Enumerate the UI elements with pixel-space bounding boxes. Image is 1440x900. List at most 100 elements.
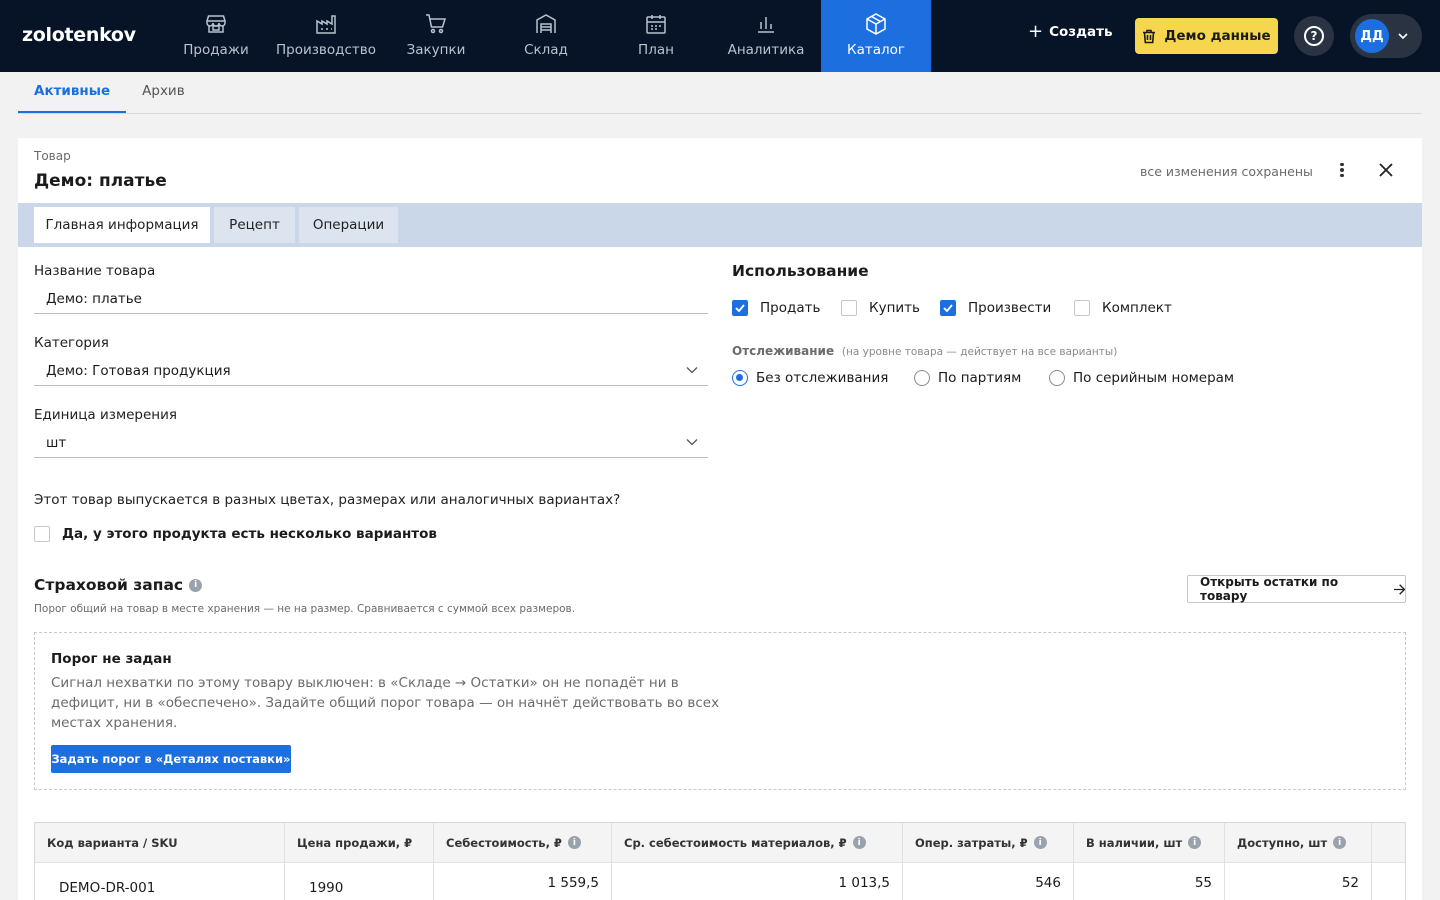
nav-item-production[interactable]: Производство bbox=[271, 0, 381, 72]
has-variants-option[interactable]: Да, у этого продукта есть несколько вари… bbox=[34, 526, 437, 542]
cell-price[interactable]: 1990 bbox=[285, 863, 434, 900]
tracking-batches-radio[interactable] bbox=[914, 370, 930, 386]
nav-item-catalog[interactable]: Каталог bbox=[821, 0, 931, 72]
product-name-value: Демо: платье bbox=[46, 290, 142, 307]
calendar-icon bbox=[646, 15, 666, 34]
nav-item-analytics[interactable]: Аналитика bbox=[711, 0, 821, 72]
nav-label: Каталог bbox=[847, 42, 905, 58]
variants-question: Этот товар выпускается в разных цветах, … bbox=[34, 492, 621, 508]
unit-label: Единица измерения bbox=[34, 407, 178, 423]
column-header-operating-cost[interactable]: Опер. затраты, ₽ i bbox=[903, 823, 1074, 863]
user-menu[interactable]: ДД bbox=[1350, 14, 1422, 58]
info-icon[interactable]: i bbox=[1333, 836, 1347, 849]
open-stock-button[interactable]: Открыть остатки по товару bbox=[1187, 575, 1406, 603]
buy-label: Купить bbox=[869, 300, 920, 316]
help-button[interactable]: ? bbox=[1294, 16, 1334, 56]
tracking-serials[interactable]: По серийным номерам bbox=[1049, 370, 1234, 386]
info-icon[interactable]: i bbox=[567, 836, 581, 849]
tracking-label: Отслеживание (на уровне товара — действу… bbox=[732, 344, 1117, 358]
threshold-empty-text: Сигнал нехватки по этому товару выключен… bbox=[51, 675, 720, 731]
usage-title: Использование bbox=[732, 262, 869, 280]
info-icon[interactable]: i bbox=[189, 578, 203, 592]
more-options-icon[interactable] bbox=[1334, 160, 1350, 180]
nav-label: Аналитика bbox=[727, 42, 805, 58]
sell-checkbox[interactable] bbox=[732, 300, 748, 316]
chevron-down-icon bbox=[686, 439, 698, 446]
usage-sell[interactable]: Продать bbox=[732, 300, 820, 316]
column-header-cost[interactable]: Себестоимость, ₽ i bbox=[434, 823, 612, 863]
tracking-batches[interactable]: По партиям bbox=[914, 370, 1021, 386]
cell-actions bbox=[1372, 863, 1405, 900]
cell-operating-cost: 546 bbox=[903, 863, 1074, 900]
warehouse-icon bbox=[536, 14, 556, 33]
chevron-down-icon bbox=[686, 367, 698, 374]
safety-stock-title: Страховой запас i bbox=[34, 576, 203, 594]
column-header-actions bbox=[1372, 823, 1405, 863]
sku-input[interactable]: DEMO-DR-001 bbox=[47, 875, 273, 900]
nav-item-plan[interactable]: План bbox=[601, 0, 711, 72]
nav-item-warehouse[interactable]: Склад bbox=[491, 0, 601, 72]
column-header-label: Себестоимость, ₽ bbox=[446, 835, 562, 850]
column-header-in-stock[interactable]: В наличии, шт i bbox=[1074, 823, 1225, 863]
demo-data-label: Демо данные bbox=[1164, 28, 1271, 44]
column-header-label: Доступно, шт bbox=[1237, 835, 1328, 850]
demo-data-button[interactable]: Демо данные bbox=[1135, 18, 1278, 54]
app-logo[interactable]: zolotenkov bbox=[22, 24, 136, 46]
kit-label: Комплект bbox=[1102, 300, 1172, 316]
has-variants-label: Да, у этого продукта есть несколько вари… bbox=[62, 526, 437, 542]
produce-checkbox[interactable] bbox=[940, 300, 956, 316]
column-header-label: Ср. себестоимость материалов, ₽ bbox=[624, 835, 847, 850]
tracking-none[interactable]: Без отслеживания bbox=[732, 370, 888, 386]
close-icon[interactable] bbox=[1376, 160, 1396, 180]
usage-produce[interactable]: Произвести bbox=[940, 300, 1051, 316]
tab-main-info[interactable]: Главная информация bbox=[34, 207, 210, 243]
column-header-label: В наличии, шт bbox=[1086, 835, 1183, 850]
plus-icon: + bbox=[1028, 21, 1044, 42]
has-variants-checkbox[interactable] bbox=[34, 526, 50, 542]
safety-stock-subtitle: Порог общий на товар в месте хранения — … bbox=[34, 603, 576, 615]
tracking-none-radio[interactable] bbox=[732, 370, 748, 386]
tab-archive[interactable]: Архив bbox=[126, 72, 201, 113]
kit-checkbox[interactable] bbox=[1074, 300, 1090, 316]
page-title: Демо: платье bbox=[34, 171, 167, 191]
usage-kit[interactable]: Комплект bbox=[1074, 300, 1172, 316]
column-header-sku[interactable]: Код варианта / SKU bbox=[35, 823, 285, 863]
arrow-right-icon bbox=[1393, 583, 1405, 595]
tracking-serials-radio[interactable] bbox=[1049, 370, 1065, 386]
create-label: Создать bbox=[1049, 24, 1113, 40]
top-navigation-bar: zolotenkov Продажи Производство Закупки … bbox=[0, 0, 1440, 72]
product-card: Товар Демо: платье все изменения сохране… bbox=[18, 138, 1422, 900]
column-header-label: Опер. затраты, ₽ bbox=[915, 835, 1028, 850]
column-header-price[interactable]: Цена продажи, ₽ bbox=[285, 823, 434, 863]
tracking-note: (на уровне товара — действует на все вар… bbox=[841, 346, 1118, 358]
tab-recipe[interactable]: Рецепт bbox=[214, 207, 295, 243]
produce-label: Произвести bbox=[968, 300, 1052, 316]
nav-item-purchases[interactable]: Закупки bbox=[381, 0, 491, 72]
info-icon[interactable]: i bbox=[1033, 836, 1047, 849]
price-input[interactable]: 1990 bbox=[297, 875, 379, 900]
cart-icon bbox=[426, 14, 447, 34]
nav-label: Производство bbox=[276, 42, 376, 58]
bar-chart-icon bbox=[758, 17, 774, 33]
category-select[interactable]: Демо: Готовая продукция bbox=[34, 356, 708, 386]
column-header-material-cost[interactable]: Ср. себестоимость материалов, ₽ i bbox=[612, 823, 903, 863]
column-header-available[interactable]: Доступно, шт i bbox=[1225, 823, 1372, 863]
unit-select[interactable]: шт bbox=[34, 428, 708, 458]
set-threshold-button[interactable]: Задать порог в «Деталях поставки» bbox=[51, 745, 291, 773]
product-name-field[interactable]: Демо: платье bbox=[34, 284, 708, 314]
create-button[interactable]: + Создать bbox=[1028, 21, 1113, 42]
buy-checkbox[interactable] bbox=[841, 300, 857, 316]
factory-icon bbox=[316, 15, 336, 34]
info-icon[interactable]: i bbox=[1188, 836, 1202, 849]
cell-sku[interactable]: DEMO-DR-001 bbox=[35, 863, 285, 900]
product-name-label: Название товара bbox=[34, 263, 156, 279]
usage-buy[interactable]: Купить bbox=[841, 300, 920, 316]
cell-cost: 1 559,5 bbox=[434, 863, 612, 900]
nav-item-sales[interactable]: Продажи bbox=[161, 0, 271, 72]
threshold-empty-state: Порог не задан Сигнал нехватки по этому … bbox=[34, 632, 1406, 790]
sell-label: Продать bbox=[760, 300, 821, 316]
tab-active[interactable]: Активные bbox=[18, 72, 127, 113]
cell-material-cost: 1 013,5 bbox=[612, 863, 903, 900]
tab-operations[interactable]: Операции bbox=[299, 207, 398, 243]
info-icon[interactable]: i bbox=[852, 836, 866, 849]
